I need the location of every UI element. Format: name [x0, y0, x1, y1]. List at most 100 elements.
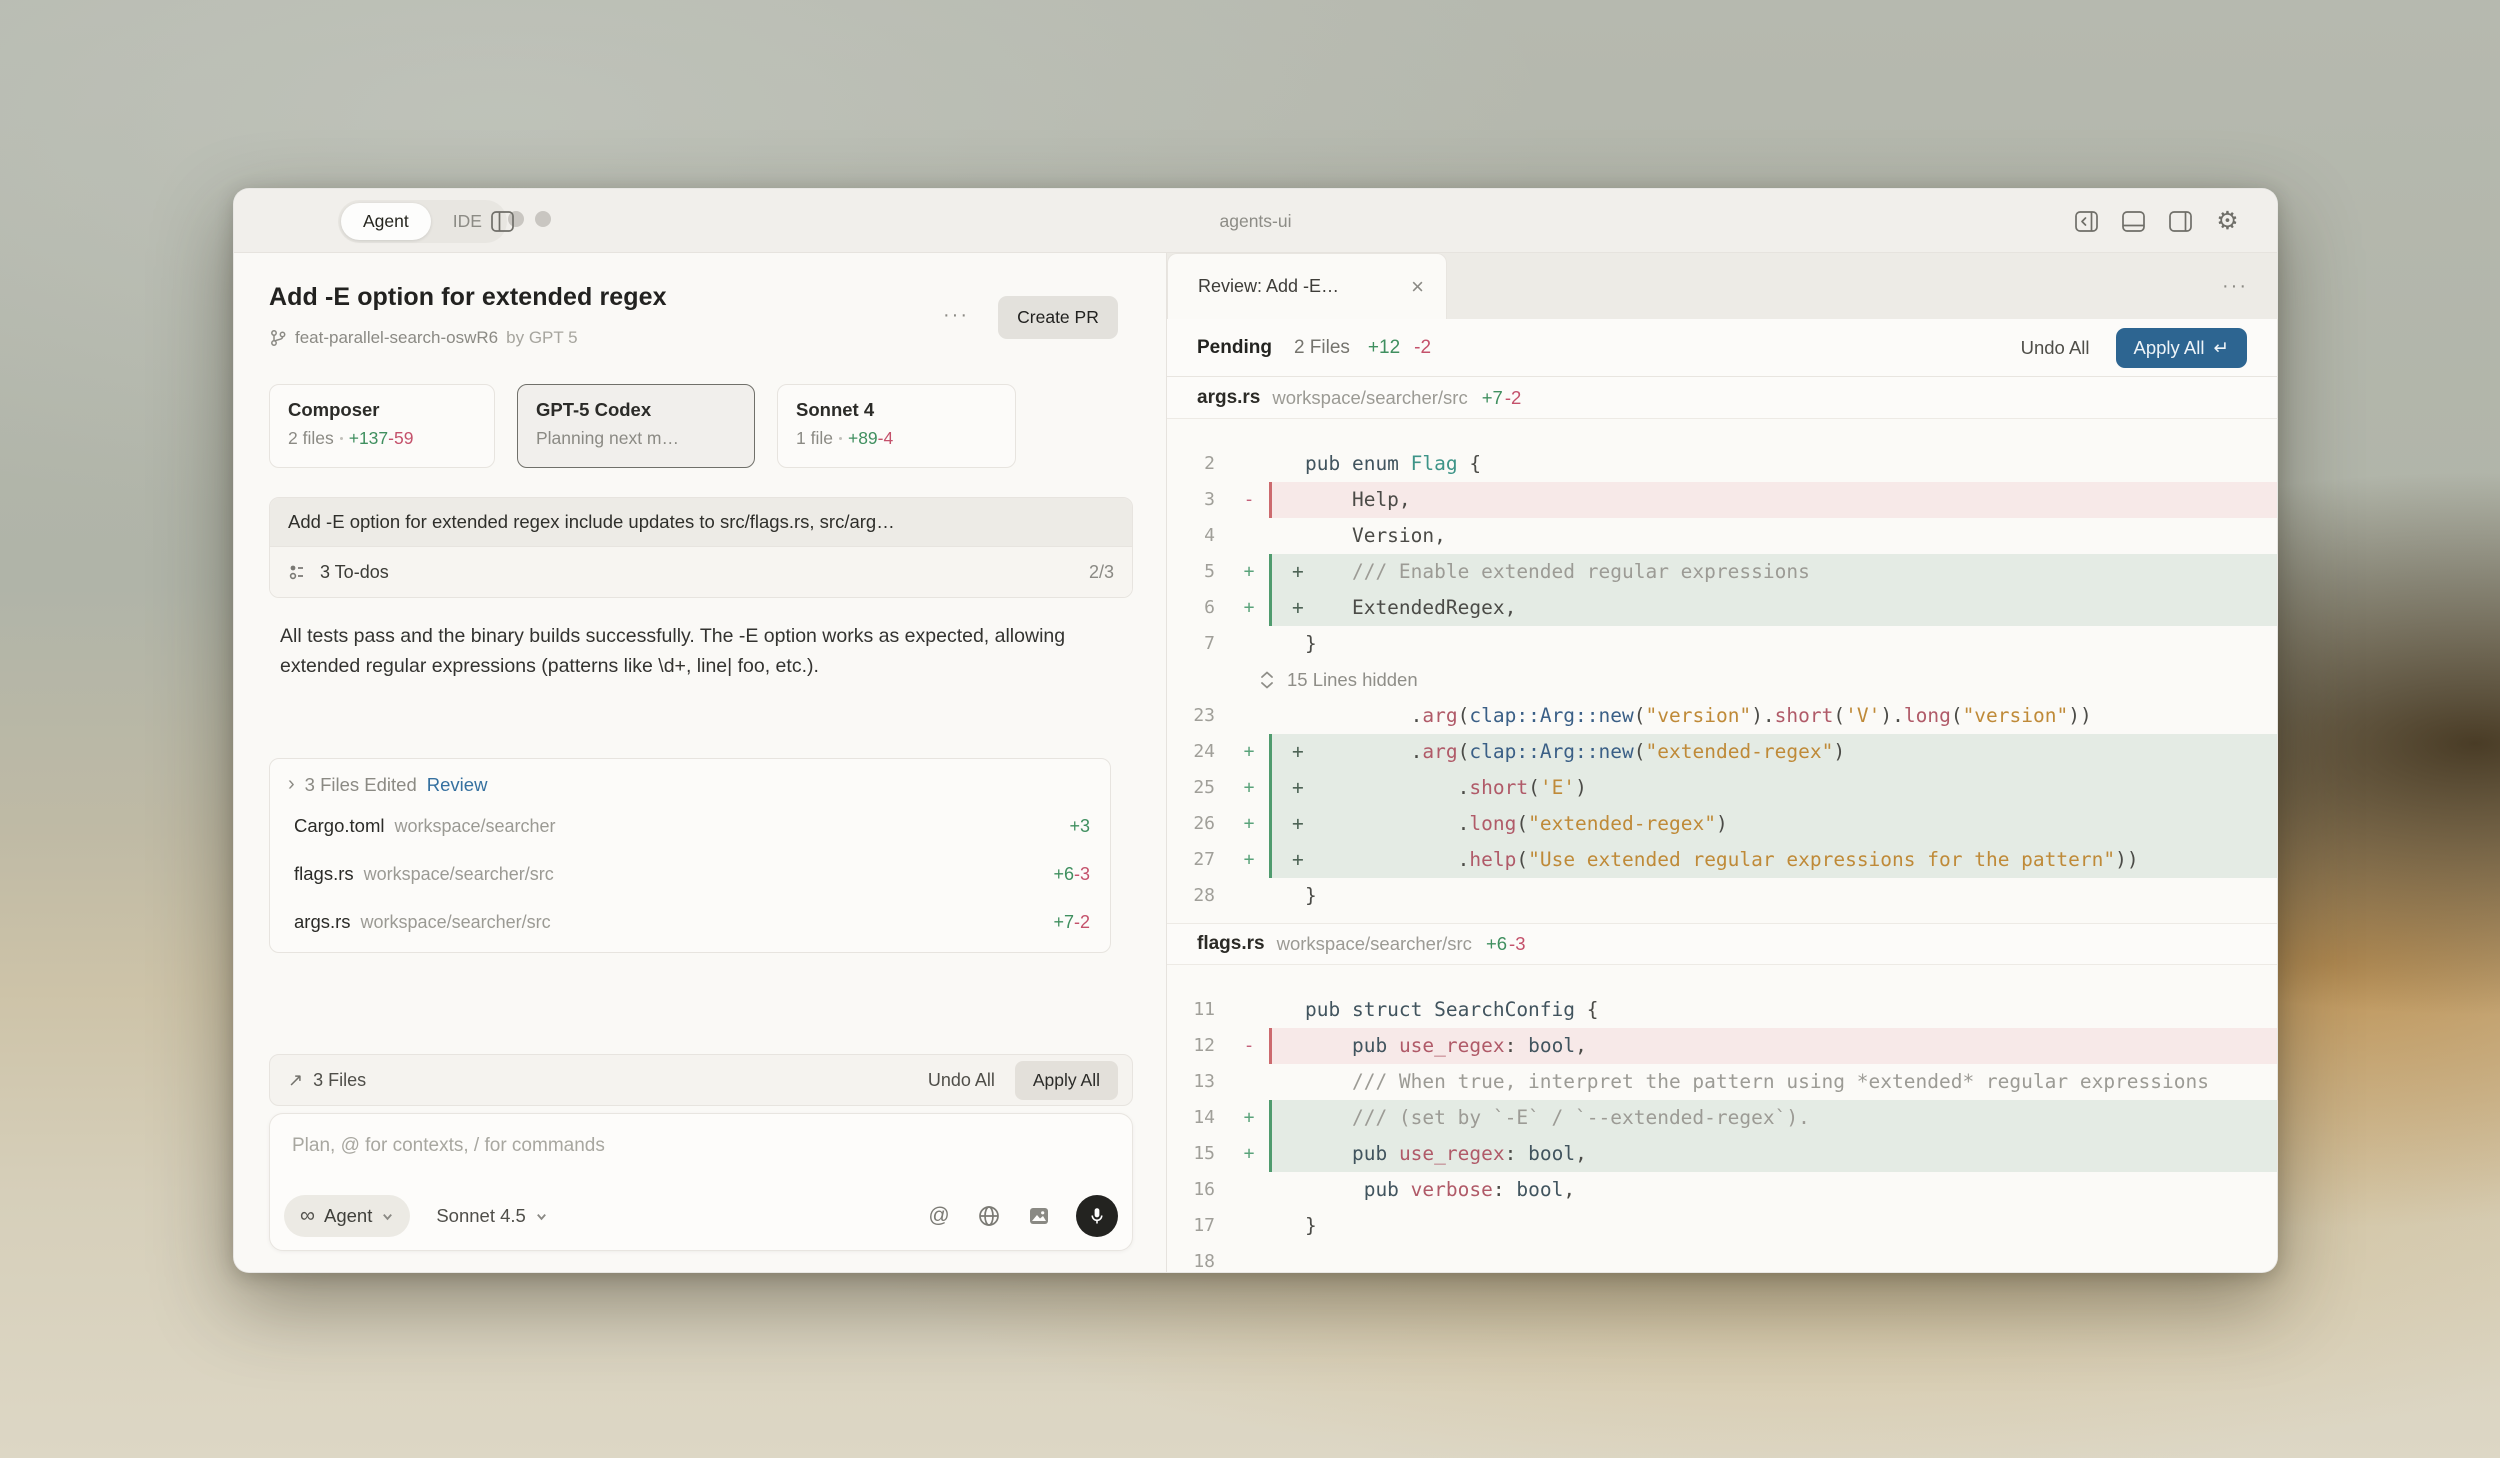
- code-token: (: [1516, 812, 1528, 835]
- code-token: bool: [1516, 1178, 1563, 1201]
- todo-list-icon: [288, 562, 308, 582]
- model-label: Sonnet 4.5: [436, 1205, 526, 1227]
- chevron-down-icon: [535, 1210, 548, 1223]
- code-token: :: [1505, 1034, 1528, 1057]
- code-token: short: [1469, 776, 1528, 799]
- review-tab[interactable]: Review: Add -E… ×: [1167, 253, 1447, 319]
- code-token: .: [1305, 740, 1422, 763]
- inline-add-marker: +: [1292, 590, 1304, 626]
- diff-line: 25++ .short('E'): [1167, 770, 2277, 806]
- line-code: /// When true, interpret the pattern usi…: [1269, 1064, 2277, 1100]
- model-dropdown[interactable]: Sonnet 4.5: [430, 1195, 554, 1237]
- agent-files: 2 files: [288, 428, 334, 449]
- code-token: help: [1469, 848, 1516, 871]
- line-code: + .help("Use extended regular expression…: [1269, 842, 2277, 878]
- code-token: )): [2115, 848, 2138, 871]
- code-token: ,: [1575, 1142, 1587, 1165]
- gutter-marker: [1229, 1208, 1269, 1244]
- file-path: workspace/searcher/src: [361, 912, 551, 933]
- review-added-count: +12: [1368, 337, 1400, 359]
- bottom-panel-icon[interactable]: [2120, 208, 2147, 235]
- settings-gear-icon[interactable]: ⚙: [2214, 208, 2241, 235]
- chevron-right-icon: ›: [288, 773, 295, 796]
- code-token: .: [1305, 704, 1422, 727]
- branch-author: by GPT 5: [506, 328, 578, 348]
- agent-card-gpt5-codex[interactable]: GPT-5 Codex Planning next m…: [517, 384, 755, 468]
- microphone-button[interactable]: [1076, 1195, 1118, 1237]
- tab-agent[interactable]: Agent: [341, 203, 431, 240]
- right-panel-icon[interactable]: [2167, 208, 2194, 235]
- added-count: +7: [1053, 912, 1074, 932]
- code-block: 11pub struct SearchConfig {12- pub use_r…: [1167, 965, 2277, 1272]
- added-count: +89: [848, 428, 878, 449]
- file-name: Cargo.toml: [294, 815, 384, 837]
- agent-card-sonnet4[interactable]: Sonnet 4 1 file+89-4: [777, 384, 1016, 468]
- diff-line: 13 /// When true, interpret the pattern …: [1167, 1064, 2277, 1100]
- create-pr-button[interactable]: Create PR: [998, 296, 1118, 339]
- file-row-args-rs[interactable]: args.rs workspace/searcher/src +7-2: [270, 898, 1110, 946]
- review-undo-all-button[interactable]: Undo All: [2005, 329, 2106, 367]
- dot-separator: [839, 437, 842, 440]
- code-token: "version": [1963, 704, 2069, 727]
- composer-input[interactable]: [292, 1130, 992, 1162]
- diff-removed-count: -3: [1509, 933, 1525, 955]
- gutter-marker: [1229, 1172, 1269, 1208]
- diff-file-header[interactable]: flags.rsworkspace/searcher/src+6-3: [1167, 923, 2277, 965]
- hidden-lines-row[interactable]: 15 Lines hidden: [1167, 662, 2277, 698]
- review-menu-button[interactable]: ···: [2215, 268, 2255, 304]
- gutter-marker: -: [1229, 482, 1269, 518]
- review-tab-title: Review: Add -E…: [1198, 276, 1407, 297]
- agent-mode-dropdown[interactable]: ∞ Agent: [284, 1195, 410, 1237]
- pending-files-count: 3 Files: [313, 1070, 366, 1091]
- image-attach-icon[interactable]: [1026, 1203, 1052, 1229]
- code-token: "extended-regex": [1528, 812, 1716, 835]
- review-link[interactable]: Review: [427, 774, 488, 796]
- diff-line: 24++ .arg(clap::Arg::new("extended-regex…: [1167, 734, 2277, 770]
- diff-file-header[interactable]: args.rsworkspace/searcher/src+7-2: [1167, 377, 2277, 419]
- diff-removed-count: -2: [1505, 387, 1521, 409]
- agent-summary-text: All tests pass and the binary builds suc…: [280, 621, 1098, 681]
- file-row-flags-rs[interactable]: flags.rs workspace/searcher/src +6-3: [270, 850, 1110, 898]
- added-count: +137: [349, 428, 388, 449]
- unfold-icon: [1259, 670, 1275, 690]
- code-token: [1305, 1142, 1352, 1165]
- inline-add-marker: +: [1292, 770, 1304, 806]
- line-code: pub enum Flag {: [1269, 446, 2277, 482]
- code-token: ): [1833, 740, 1845, 763]
- line-code: .arg(clap::Arg::new("version").short('V'…: [1269, 698, 2277, 734]
- files-edited-header[interactable]: › 3 Files Edited Review: [270, 759, 1110, 802]
- agent-card-composer[interactable]: Composer 2 files+137-59: [269, 384, 495, 468]
- code-token: .: [1305, 812, 1469, 835]
- diff-line: 26++ .long("extended-regex"): [1167, 806, 2277, 842]
- code-token: ).: [1880, 704, 1903, 727]
- globe-icon[interactable]: [976, 1203, 1002, 1229]
- todos-row[interactable]: 3 To-dos 2/3: [270, 546, 1132, 597]
- thread-menu-button[interactable]: ···: [934, 297, 978, 333]
- diff-line: 28}: [1167, 878, 2277, 914]
- diff-file-path: workspace/searcher/src: [1272, 387, 1467, 409]
- code-token: use_regex: [1399, 1034, 1505, 1057]
- gutter-marker: [1229, 446, 1269, 482]
- diff-line: 11pub struct SearchConfig {: [1167, 992, 2277, 1028]
- apply-all-button[interactable]: Apply All: [1015, 1061, 1118, 1100]
- collapse-panel-icon[interactable]: [2073, 208, 2100, 235]
- line-number: 24: [1167, 734, 1229, 770]
- line-number: 18: [1167, 1244, 1229, 1272]
- removed-count: -3: [1074, 864, 1090, 884]
- gutter-marker: +: [1229, 734, 1269, 770]
- undo-all-button[interactable]: Undo All: [914, 1062, 1009, 1099]
- code-token: (: [1951, 704, 1963, 727]
- line-code: [1269, 1244, 2277, 1272]
- diff-line: 27++ .help("Use extended regular express…: [1167, 842, 2277, 878]
- line-code: Help,: [1269, 482, 2277, 518]
- close-tab-button[interactable]: ×: [1407, 274, 1428, 300]
- review-apply-all-button[interactable]: Apply All ↵: [2116, 328, 2247, 368]
- line-number: 25: [1167, 770, 1229, 806]
- mention-at-icon[interactable]: @: [926, 1203, 952, 1229]
- sidebar-toggle-icon[interactable]: [489, 208, 516, 235]
- git-branch-icon: [269, 329, 287, 347]
- line-number: 15: [1167, 1136, 1229, 1172]
- line-number: 3: [1167, 482, 1229, 518]
- traffic-light-zoom[interactable]: [535, 211, 551, 227]
- file-row-cargo-toml[interactable]: Cargo.toml workspace/searcher +3: [270, 802, 1110, 850]
